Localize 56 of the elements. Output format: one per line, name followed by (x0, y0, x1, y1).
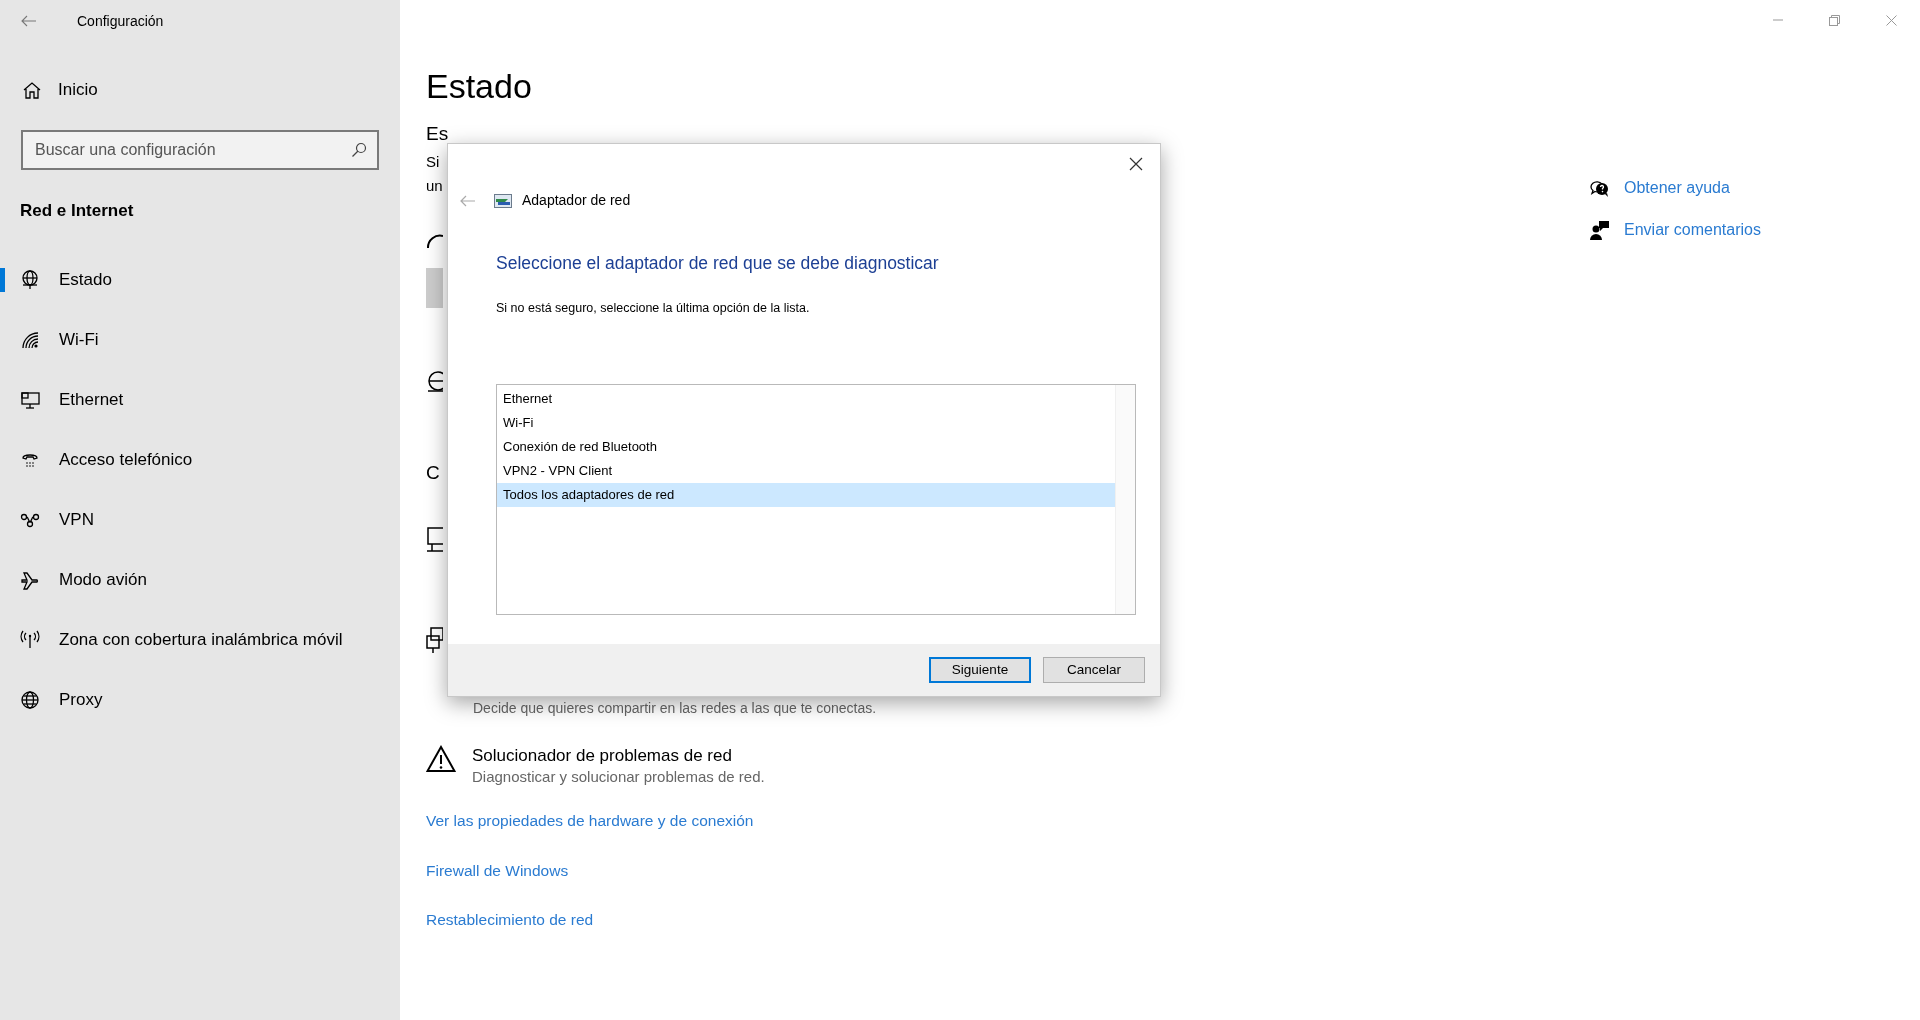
dialog-heading: Seleccione el adaptador de red que se debe diagnosticar (496, 252, 940, 275)
sidebar-item[interactable]: Proxy (0, 669, 400, 730)
feedback-person-icon (1590, 220, 1610, 240)
restore-icon (1829, 14, 1840, 26)
search-icon (351, 142, 367, 158)
cancel-button[interactable]: Cancelar (1043, 657, 1145, 683)
help-link[interactable]: Obtener ayuda (1624, 176, 1730, 200)
airplane-icon (20, 569, 40, 590)
covered-text: un (426, 176, 443, 197)
list-option[interactable]: Conexión de red Bluetooth (497, 434, 1115, 459)
list-option[interactable]: Todos los adaptadores de red (497, 482, 1115, 507)
home-icon (22, 80, 42, 100)
list-option[interactable]: Ethernet (497, 386, 1115, 411)
sidebar-item[interactable]: Modo avión (0, 549, 400, 610)
search-field[interactable]: Buscar una configuración (21, 130, 379, 170)
window-title: Configuración (77, 11, 164, 31)
close-icon (1886, 14, 1897, 26)
sidebar-item[interactable]: VPN (0, 489, 400, 550)
covered-text: Si (426, 152, 440, 173)
home-nav-item[interactable]: Inicio (0, 70, 98, 110)
ethernet-icon (20, 389, 40, 410)
description-text: Decide que quieres compartir en las redes a las que te conectas. (473, 699, 878, 718)
dialog-title: Adaptador de red (522, 191, 631, 210)
help-chat-icon (1590, 178, 1610, 198)
sharing-icon (426, 626, 443, 655)
sidebar-item[interactable]: Estado (0, 249, 400, 310)
back-arrow-icon (21, 15, 37, 27)
globe-icon (20, 269, 40, 290)
instruction-text: Si no está seguro, seleccione la última opción de la lista. (496, 300, 811, 317)
page-title: Estado (426, 66, 532, 106)
section-heading: Red e Internet (20, 200, 135, 222)
covered-text: Es (426, 122, 448, 147)
sidebar-item[interactable]: Ethernet (0, 369, 400, 430)
sidebar-item[interactable]: Acceso telefónico (0, 429, 400, 490)
list-option[interactable]: VPN2 - VPN Client (497, 458, 1115, 483)
troubleshooter-description: Diagnosticar y solucionar problemas de red. (472, 767, 765, 788)
list-option[interactable]: Wi-Fi (497, 410, 1115, 435)
adapter-listbox[interactable]: Ethernet Wi-Fi Conexión de red Bluetooth VPN2 - VPN Client Todos los adaptadores de red (496, 383, 1136, 615)
close-icon (1129, 157, 1143, 171)
covered-text: C (426, 461, 440, 486)
sidebar-item[interactable]: Wi-Fi (0, 309, 400, 370)
back-arrow-icon (460, 194, 476, 207)
next-button[interactable]: Siguiente (929, 657, 1031, 683)
settings-link[interactable]: Restablecimiento de red (426, 907, 594, 932)
wifi-icon (20, 329, 40, 350)
help-link[interactable]: Enviar comentarios (1624, 218, 1761, 242)
antenna-icon (20, 629, 40, 650)
network-adapter-icon (494, 193, 512, 208)
button-background (426, 268, 443, 309)
globe-icon (20, 689, 40, 710)
computer-icon (426, 526, 443, 555)
settings-link[interactable]: Ver las propiedades de hardware y de conexión (426, 809, 754, 833)
sidebar-item[interactable]: Zona con cobertura inalámbrica móvil (0, 609, 400, 670)
troubleshooter-title: Solucionador de problemas de red (472, 745, 733, 768)
warning-icon (426, 745, 456, 774)
settings-link[interactable]: Firewall de Windows (426, 858, 569, 882)
